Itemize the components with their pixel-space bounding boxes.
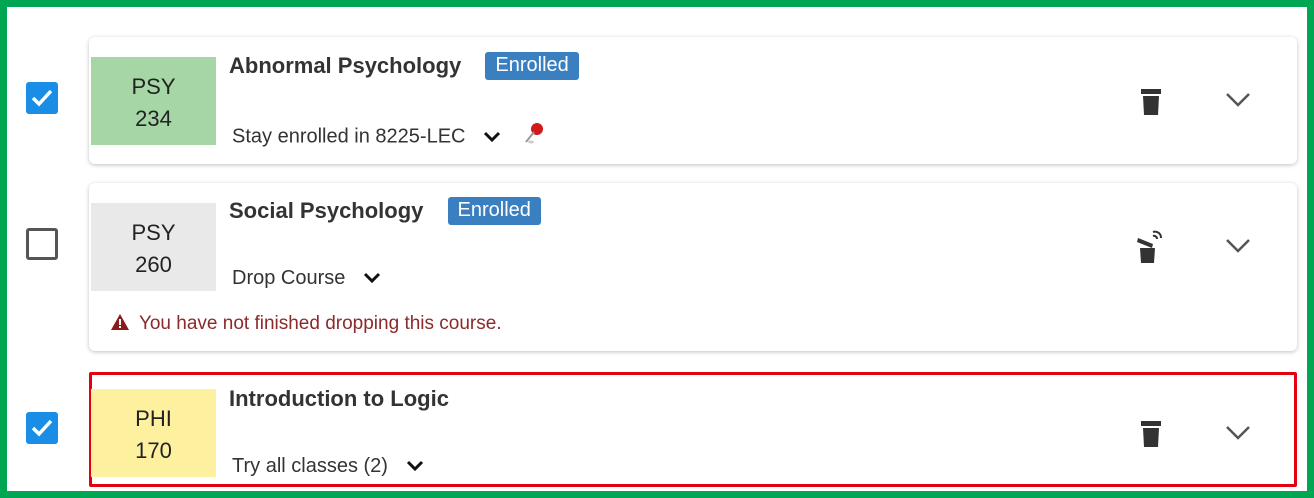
course-subject: PSY bbox=[131, 220, 176, 245]
pin-icon[interactable] bbox=[523, 122, 545, 152]
enrollment-option-dropdown[interactable]: Try all classes (2) bbox=[232, 455, 424, 478]
course-card: PHI 170 Introduction to Logic Try all cl… bbox=[89, 372, 1297, 487]
enrollment-option-label: Try all classes (2) bbox=[232, 455, 388, 477]
enrollment-option-dropdown[interactable]: Drop Course bbox=[232, 267, 381, 290]
warning-icon bbox=[111, 314, 129, 330]
enrollment-option-dropdown[interactable]: Stay enrolled in 8225-LEC bbox=[232, 122, 545, 152]
checkmark-icon bbox=[31, 89, 53, 107]
course-number: 234 bbox=[135, 106, 172, 131]
status-badge: Enrolled bbox=[447, 197, 541, 225]
course-title: Social Psychology Enrolled bbox=[229, 197, 541, 225]
course-checkbox[interactable] bbox=[26, 82, 58, 114]
course-code: PSY 234 bbox=[91, 57, 216, 145]
course-checkbox[interactable] bbox=[26, 228, 58, 260]
expand-chevron-icon[interactable] bbox=[1225, 92, 1251, 113]
course-title-text: Social Psychology bbox=[229, 198, 424, 223]
course-card: PSY 260 Social Psychology Enrolled Drop … bbox=[89, 183, 1297, 351]
course-title-text: Abnormal Psychology bbox=[229, 53, 462, 78]
course-checkbox[interactable] bbox=[26, 412, 58, 444]
course-number: 170 bbox=[135, 438, 172, 463]
course-code: PSY 260 bbox=[91, 203, 216, 291]
course-title: Abnormal Psychology Enrolled bbox=[229, 52, 579, 80]
drop-warning-text: You have not finished dropping this cour… bbox=[138, 313, 502, 334]
trash-icon[interactable] bbox=[1139, 419, 1163, 454]
chevron-down-icon bbox=[406, 455, 424, 478]
course-card: PSY 234 Abnormal Psychology Enrolled Sta… bbox=[89, 37, 1297, 164]
expand-chevron-icon[interactable] bbox=[1225, 425, 1251, 446]
enrollment-option-label: Drop Course bbox=[232, 267, 346, 289]
drop-warning-message: You have not finished dropping this cour… bbox=[110, 313, 502, 335]
chevron-down-icon bbox=[363, 267, 381, 290]
course-code: PHI 170 bbox=[91, 389, 216, 477]
trash-icon[interactable] bbox=[1139, 87, 1163, 122]
checkmark-icon bbox=[31, 419, 53, 437]
expand-chevron-icon[interactable] bbox=[1225, 238, 1251, 259]
enrollment-option-label: Stay enrolled in 8225-LEC bbox=[232, 125, 466, 148]
chevron-down-icon bbox=[483, 126, 501, 149]
course-subject: PHI bbox=[135, 406, 172, 431]
course-number: 260 bbox=[135, 252, 172, 277]
course-title: Introduction to Logic bbox=[229, 386, 449, 412]
course-title-text: Introduction to Logic bbox=[229, 386, 449, 411]
drop-trash-icon[interactable] bbox=[1135, 228, 1165, 269]
course-subject: PSY bbox=[131, 74, 176, 99]
status-badge: Enrolled bbox=[485, 52, 579, 80]
